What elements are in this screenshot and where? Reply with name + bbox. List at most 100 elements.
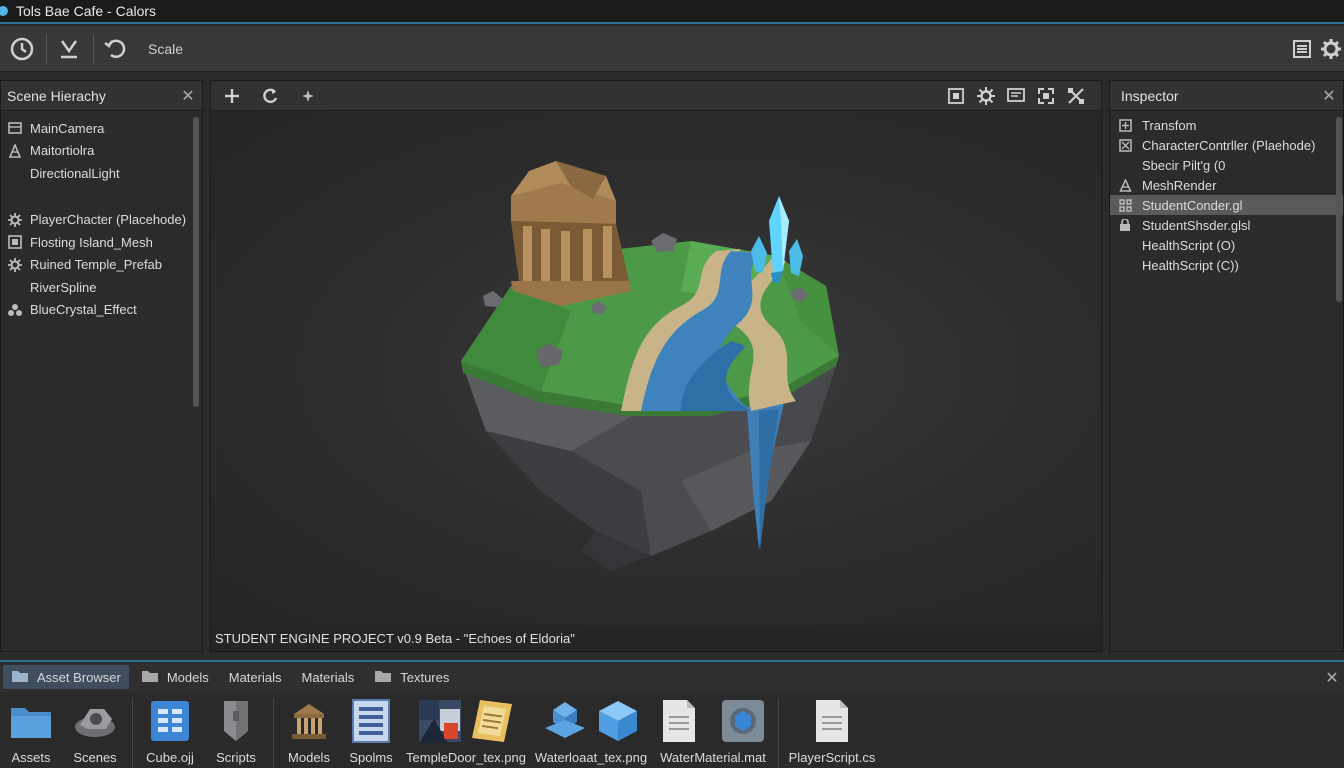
- close-icon[interactable]: ✕: [1321, 86, 1337, 106]
- layout-menu-button[interactable]: [1286, 33, 1318, 65]
- tab-materials[interactable]: Materials: [221, 665, 290, 689]
- hierarchy-item-label: Maitortiolra: [30, 143, 95, 159]
- hierarchy-item-label: Ruined Temple_Prefab: [30, 257, 163, 273]
- tab-asset-browser[interactable]: Asset Browser: [3, 665, 129, 689]
- move-tool-button[interactable]: [53, 33, 85, 65]
- refresh-button[interactable]: [257, 83, 283, 109]
- tab-label: Textures: [400, 669, 450, 685]
- asset-label: TempleDoor_tex.png: [406, 750, 526, 765]
- tab-materials[interactable]: Materials: [293, 665, 362, 689]
- close-icon[interactable]: ✕: [180, 86, 196, 106]
- hierarchy-item-maitortiolra[interactable]: Maitortiolra: [1, 140, 202, 163]
- asset-item[interactable]: Scenes: [62, 698, 128, 765]
- main-toolbar: Scale: [0, 26, 1344, 72]
- tab-label: Asset Browser: [37, 669, 121, 685]
- asset-divider: [273, 698, 274, 768]
- hierarchy-title: Scene Hierachy: [7, 87, 106, 104]
- asset-item[interactable]: Scripts: [203, 698, 269, 765]
- tab-label: Models: [166, 669, 209, 685]
- asset-label: WaterMaterial.mat: [660, 750, 766, 765]
- light-icon: [8, 143, 22, 158]
- snap-button[interactable]: [295, 83, 321, 109]
- hierarchy-item-bluecrystal[interactable]: BlueCrystal_Effect: [1, 299, 202, 322]
- scenes-icon: [72, 698, 118, 744]
- cube-file-icon: [147, 698, 193, 744]
- gear-icon: [977, 87, 995, 105]
- shader-icon: [1118, 198, 1132, 212]
- monitor-icon: [1007, 88, 1025, 102]
- tab-label: Materials: [228, 669, 282, 685]
- asset-item[interactable]: Spolms: [340, 698, 402, 765]
- floating-island-render: [461, 161, 839, 571]
- tools-button[interactable]: [1063, 83, 1089, 109]
- inspector-title: Inspector: [1121, 87, 1179, 104]
- component-charactercontroller[interactable]: CharacterContrller (Plaehode): [1110, 135, 1343, 155]
- hierarchy-item-label: DirectionalLight: [30, 165, 120, 181]
- component-label: HealthScript (O): [1142, 237, 1236, 253]
- component-studentshader[interactable]: StudentShsder.glsl: [1110, 215, 1343, 235]
- camera-preview-button[interactable]: [1003, 83, 1029, 109]
- asset-item[interactable]: Assets: [0, 698, 62, 765]
- asset-divider: [778, 698, 779, 768]
- asset-item[interactable]: Cube.ojj: [137, 698, 203, 765]
- hierarchy-item-directionallight[interactable]: DirectionalLight: [1, 162, 202, 185]
- rotate-tool-button[interactable]: [100, 33, 132, 65]
- scene-settings-button[interactable]: [973, 83, 999, 109]
- gear-icon: [8, 257, 22, 272]
- power-icon: [10, 37, 34, 60]
- component-healthscript[interactable]: HealthScript (O): [1110, 235, 1343, 255]
- asset-item[interactable]: Waterloaat_tex.png: [530, 698, 652, 765]
- move-tool-icon: [60, 39, 78, 58]
- inspector-panel: Inspector ✕ Transfom CharacterContrller …: [1109, 80, 1344, 652]
- tools-icon: [1068, 88, 1084, 104]
- tab-models[interactable]: Models: [133, 665, 217, 689]
- component-label: CharacterContrller (Plaehode): [1142, 137, 1316, 153]
- asset-item[interactable]: PlayerScript.cs: [783, 698, 881, 765]
- asset-item[interactable]: WaterMaterial.mat: [652, 698, 774, 765]
- asset-item[interactable]: TempleDoor_tex.png: [402, 698, 530, 765]
- plus-icon: [225, 88, 239, 103]
- frame-selection-button[interactable]: [943, 83, 969, 109]
- asset-label: Spolms: [349, 750, 393, 765]
- hierarchy-spacer: [1, 185, 202, 209]
- asset-browser-tabs: Asset Browser Models Materials Materials…: [0, 662, 1344, 692]
- title-bar: Tols Bae Cafe - Calors: [0, 0, 1344, 24]
- scene-viewport[interactable]: [211, 111, 1101, 626]
- hierarchy-item-riverspline[interactable]: RiverSpline: [1, 276, 202, 299]
- folder-icon: [8, 698, 54, 744]
- hierarchy-item-maincamera[interactable]: MainCamera: [1, 117, 202, 140]
- hierarchy-item-label: MainCamera: [30, 120, 105, 136]
- component-property-row[interactable]: Sbecir Pilt'g (0: [1110, 155, 1343, 175]
- hierarchy-scrollbar[interactable]: [193, 117, 199, 407]
- inspector-scrollbar[interactable]: [1336, 117, 1342, 302]
- hierarchy-item-playercharacter[interactable]: PlayerChacter (Placehode): [1, 209, 202, 232]
- folder-icon: [11, 669, 29, 686]
- document-list-icon: [348, 698, 394, 744]
- add-object-button[interactable]: [219, 83, 245, 109]
- close-icon[interactable]: ✕: [1324, 668, 1340, 688]
- maximize-button[interactable]: [1033, 83, 1059, 109]
- gear-icon: [8, 212, 22, 227]
- scripts-icon: [213, 698, 259, 744]
- settings-button[interactable]: [1318, 33, 1344, 65]
- asset-item[interactable]: Models: [278, 698, 340, 765]
- water-texture-icon: [543, 698, 639, 744]
- component-studentconder[interactable]: StudentConder.gl: [1110, 195, 1343, 215]
- component-transform[interactable]: Transfom: [1110, 115, 1343, 135]
- toolbar-divider: [46, 33, 47, 64]
- toolbar-divider: [93, 33, 94, 64]
- inspector-component-list: Transfom CharacterContrller (Plaehode) S…: [1110, 111, 1343, 275]
- scale-tool-label[interactable]: Scale: [148, 41, 183, 57]
- component-meshrender[interactable]: MeshRender: [1110, 175, 1343, 195]
- inspector-header: Inspector ✕: [1110, 81, 1343, 111]
- hierarchy-list: MainCamera Maitortiolra DirectionalLight…: [1, 111, 202, 321]
- hierarchy-item-ruined-temple[interactable]: Ruined Temple_Prefab: [1, 254, 202, 277]
- sparkle-icon: [302, 89, 314, 102]
- app-logo-icon: [0, 6, 8, 16]
- tab-textures[interactable]: Textures: [366, 665, 457, 689]
- play-pause-button[interactable]: [6, 33, 38, 65]
- asset-label: Scenes: [73, 750, 117, 765]
- component-healthscript[interactable]: HealthScript (C)): [1110, 255, 1343, 275]
- hierarchy-item-floating-island[interactable]: Flosting Island_Mesh: [1, 231, 202, 254]
- material-icon: [661, 698, 765, 744]
